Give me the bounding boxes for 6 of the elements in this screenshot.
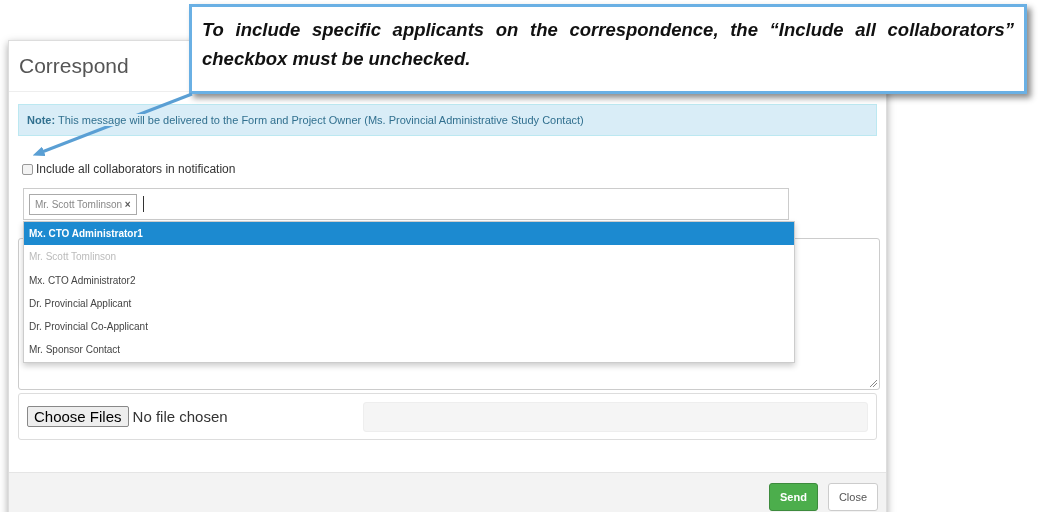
recipient-tag: Mr. Scott Tomlinson × (29, 193, 137, 215)
checkbox-label: Include all collaborators in notification (36, 162, 236, 176)
callout-text: To include specific applicants on the correspondence, the “Include all collaborators” checkbox must be unchecked. (202, 18, 1014, 71)
dialog-title: Correspond (19, 54, 129, 78)
note-text: Note: This message will be delivered to the Form and Project Owner (Ms. Provincial Administrative Study Contact) (27, 114, 584, 126)
file-status: No file chosen (132, 408, 228, 425)
